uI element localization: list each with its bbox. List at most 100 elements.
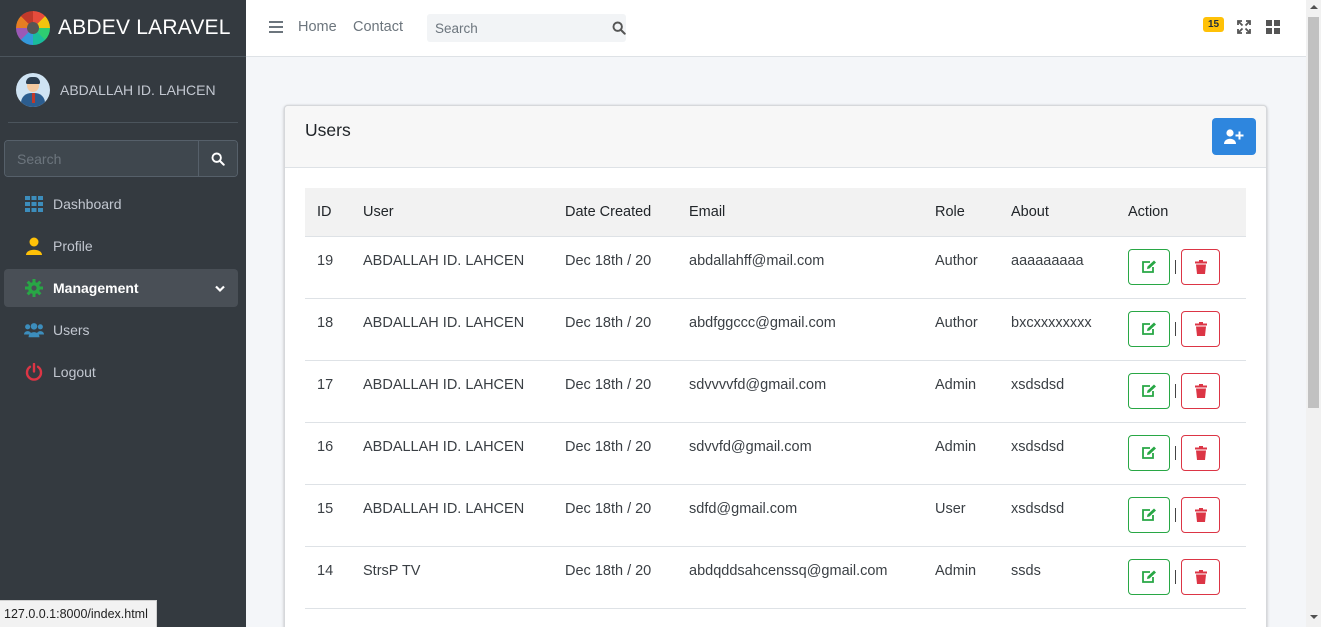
delete-button[interactable] xyxy=(1181,434,1220,471)
action-separator xyxy=(1175,383,1176,398)
cell-email: abdfggccc@gmail.com xyxy=(677,298,923,361)
hamburger-menu-icon[interactable] xyxy=(269,20,283,34)
scrollbar-thumb[interactable] xyxy=(1308,17,1319,408)
search-icon xyxy=(211,152,225,166)
table-header-row: ID User Date Created Email Role About Ac… xyxy=(305,188,1246,237)
delete-button[interactable] xyxy=(1181,248,1220,285)
cell-date-created: Dec 18th / 20 xyxy=(553,360,677,423)
cell-email: abdqddsahcenssq@gmail.com xyxy=(677,546,923,609)
row-actions xyxy=(1128,310,1246,347)
user-panel[interactable]: ABDALLAH ID. LAHCEN xyxy=(8,57,238,123)
edit-icon xyxy=(1142,508,1156,521)
add-user-button[interactable] xyxy=(1212,118,1256,155)
brand-logo xyxy=(16,11,50,45)
nav-link-contact[interactable]: Contact xyxy=(353,19,403,35)
status-bar-url: 127.0.0.1:8000/index.html xyxy=(0,600,157,627)
trash-icon xyxy=(1194,507,1207,522)
cell-email: sdvvfd@gmail.com xyxy=(677,422,923,485)
action-separator xyxy=(1175,569,1176,584)
nav-link-home[interactable]: Home xyxy=(298,19,337,35)
edit-icon xyxy=(1142,322,1156,335)
sidebar-item-management[interactable]: Management xyxy=(4,269,238,307)
cell-about: bxcxxxxxxxx xyxy=(999,298,1116,361)
cell-action xyxy=(1116,484,1246,547)
brand-name: ABDEV LARAVEL xyxy=(58,16,231,39)
cell-action xyxy=(1116,422,1246,485)
scroll-down-arrow-icon[interactable] xyxy=(1310,615,1318,619)
cell-id: 19 xyxy=(305,236,351,299)
sidebar-search-input[interactable] xyxy=(5,141,198,176)
users-table: ID User Date Created Email Role About Ac… xyxy=(305,188,1246,609)
trash-icon xyxy=(1194,569,1207,584)
grid-icon[interactable] xyxy=(1266,20,1280,34)
sidebar-item-users[interactable]: Users xyxy=(4,311,238,349)
cell-user: ABDALLAH ID. LAHCEN xyxy=(351,484,553,547)
cell-id: 14 xyxy=(305,546,351,609)
top-search-input[interactable] xyxy=(427,20,612,36)
cell-user: ABDALLAH ID. LAHCEN xyxy=(351,360,553,423)
user-plus-icon xyxy=(1224,129,1244,144)
cell-date-created: Dec 18th / 20 xyxy=(553,546,677,609)
sidebar-item-profile[interactable]: Profile xyxy=(4,227,238,265)
column-header-date-created[interactable]: Date Created xyxy=(553,188,677,237)
column-header-action: Action xyxy=(1116,188,1246,237)
cell-role: Admin xyxy=(923,360,999,423)
cell-role: Author xyxy=(923,298,999,361)
cell-email: sdvvvvfd@gmail.com xyxy=(677,360,923,423)
scroll-up-arrow-icon[interactable] xyxy=(1310,5,1318,9)
fullscreen-icon[interactable] xyxy=(1237,20,1251,34)
sidebar-nav: Dashboard Profile Management Users Logou… xyxy=(4,185,238,395)
action-separator xyxy=(1175,507,1176,522)
card-header: Users xyxy=(285,106,1266,168)
edit-icon xyxy=(1142,384,1156,397)
edit-button[interactable] xyxy=(1128,496,1170,533)
delete-button[interactable] xyxy=(1181,496,1220,533)
sidebar-item-logout[interactable]: Logout xyxy=(4,353,238,391)
row-actions xyxy=(1128,496,1246,533)
edit-icon xyxy=(1142,446,1156,459)
notification-badge[interactable]: 15 xyxy=(1203,17,1225,32)
th-icon xyxy=(24,194,44,214)
top-navbar: Home Contact 15 xyxy=(246,0,1306,57)
cell-date-created: Dec 18th / 20 xyxy=(553,236,677,299)
edit-button[interactable] xyxy=(1128,372,1170,409)
table-row: 19 ABDALLAH ID. LAHCEN Dec 18th / 20 abdall… xyxy=(305,236,1246,299)
sidebar-item-dashboard[interactable]: Dashboard xyxy=(4,185,238,223)
avatar xyxy=(16,72,50,107)
edit-button[interactable] xyxy=(1128,434,1170,471)
chevron-down-icon xyxy=(214,281,226,297)
cell-email: abdallahff@mail.com xyxy=(677,236,923,299)
cell-id: 15 xyxy=(305,484,351,547)
users-card: Users ID User Date Created Email Role Ab… xyxy=(284,105,1267,627)
row-actions xyxy=(1128,434,1246,471)
delete-button[interactable] xyxy=(1181,372,1220,409)
cell-action xyxy=(1116,298,1246,361)
delete-button[interactable] xyxy=(1181,558,1220,595)
cell-date-created: Dec 18th / 20 xyxy=(553,484,677,547)
scrollbar[interactable] xyxy=(1306,0,1321,627)
edit-button[interactable] xyxy=(1128,558,1170,595)
column-header-user[interactable]: User xyxy=(351,188,553,237)
edit-button[interactable] xyxy=(1128,310,1170,347)
brand-link[interactable]: ABDEV LARAVEL xyxy=(0,0,246,57)
row-actions xyxy=(1128,372,1246,409)
edit-button[interactable] xyxy=(1128,248,1170,285)
cell-about: ssds xyxy=(999,546,1116,609)
column-header-about[interactable]: About xyxy=(999,188,1116,237)
column-header-role[interactable]: Role xyxy=(923,188,999,237)
sidebar-item-label: Management xyxy=(53,280,139,296)
cell-role: Admin xyxy=(923,422,999,485)
sidebar-item-label: Profile xyxy=(53,238,93,254)
user-name[interactable]: ABDALLAH ID. LAHCEN xyxy=(60,82,216,98)
column-header-id[interactable]: ID xyxy=(305,188,351,237)
cell-role: Author xyxy=(923,236,999,299)
sidebar-item-label: Users xyxy=(53,322,90,338)
cell-user: ABDALLAH ID. LAHCEN xyxy=(351,236,553,299)
table-row: 16 ABDALLAH ID. LAHCEN Dec 18th / 20 sdvvfd… xyxy=(305,422,1246,485)
delete-button[interactable] xyxy=(1181,310,1220,347)
edit-icon xyxy=(1142,570,1156,583)
top-search xyxy=(427,14,626,42)
column-header-email[interactable]: Email xyxy=(677,188,923,237)
sidebar-search-button[interactable] xyxy=(198,141,237,176)
search-icon[interactable] xyxy=(612,14,626,42)
